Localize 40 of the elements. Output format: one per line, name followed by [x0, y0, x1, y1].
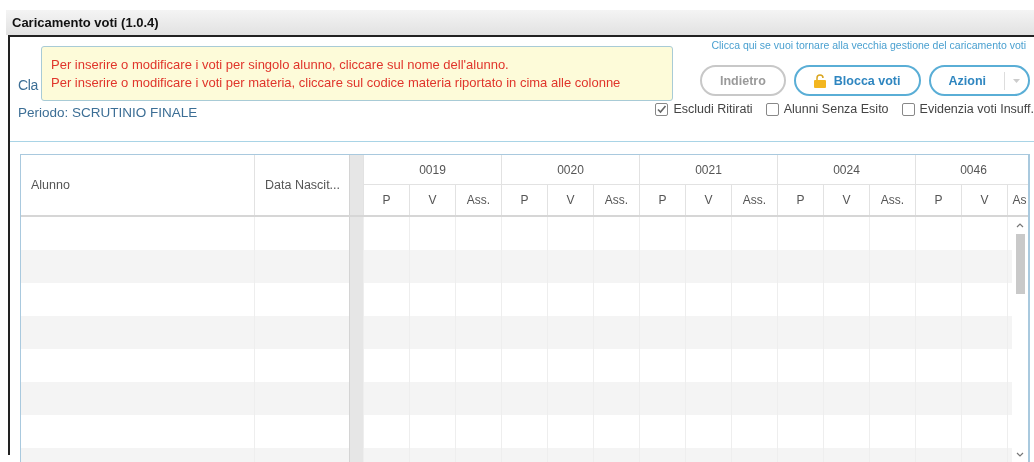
column-splitter[interactable] [349, 155, 363, 215]
column-header[interactable]: Alunno [21, 155, 254, 215]
hint-text: Per inserire o modificare i voti per singolo alunno, cliccare sul nome dell'alunno. [51, 57, 510, 72]
column-header: As [1007, 185, 1028, 215]
column-header: V [961, 185, 1007, 215]
checkbox-label: Alunni Senza Esito [783, 102, 889, 116]
column-header: V [409, 185, 455, 215]
column-header: Ass. [455, 185, 501, 215]
checkbox[interactable] [901, 102, 915, 116]
column-header: Ass. [593, 185, 639, 215]
column-header: Ass. [869, 185, 915, 215]
table-row[interactable] [21, 316, 1012, 349]
column-header: P [363, 185, 409, 215]
padlock-icon [813, 73, 826, 88]
actions-dropdown-button[interactable]: Azioni [928, 65, 1030, 96]
column-header: P [501, 185, 547, 215]
lock-votes-button[interactable]: Blocca voti [793, 65, 921, 96]
column-header: P [777, 185, 823, 215]
table-row[interactable] [21, 382, 1012, 415]
column-header: V [547, 185, 593, 215]
window-title: Caricamento voti (1.0.4) [6, 10, 1034, 35]
subject-code-header[interactable]: 0024 [777, 155, 915, 185]
column-header: P [639, 185, 685, 215]
checkbox-label: Escludi Ritirati [673, 102, 753, 116]
subject-code-header[interactable]: 0021 [639, 155, 777, 185]
subject-code-header[interactable]: 0020 [501, 155, 639, 185]
checkbox-label: Evidenzia voti Insuff. [919, 102, 1034, 116]
class-label: Cla [18, 77, 39, 93]
hint-text: Per inserire o modificare i voti per materia, cliccare sul codice materia riportato in cima alle colonne [51, 75, 622, 90]
caret-icon [1013, 78, 1020, 83]
column-header: V [685, 185, 731, 215]
checkbox[interactable] [655, 102, 669, 116]
checkbox[interactable] [765, 102, 779, 116]
column-header: V [823, 185, 869, 215]
column-header: Ass. [731, 185, 777, 215]
subject-code-header[interactable]: 0046 [915, 155, 1028, 185]
table-row[interactable] [21, 250, 1012, 283]
column-header: P [915, 185, 961, 215]
period-label: Periodo: SCRUTINIO FINALE [18, 105, 198, 120]
subject-code-header[interactable]: 0019 [363, 155, 501, 185]
